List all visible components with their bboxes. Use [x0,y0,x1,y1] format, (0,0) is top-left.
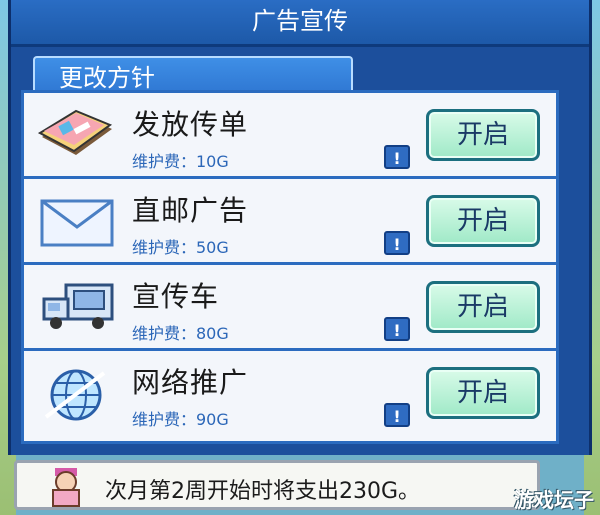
truck-icon [38,279,116,337]
list-item-flyer: 发放传单 维护费：10G ! 开启 [24,93,556,179]
open-button[interactable]: 开启 [426,281,540,333]
item-name: 宣传车 [132,280,220,313]
item-fee: 维护费：90G [132,410,229,429]
list-item-online-promo: 网络推广 维护费：90G ! 开启 [24,351,556,437]
open-button[interactable]: 开启 [426,195,540,247]
watermark-logo: 游戏坛子 [514,488,594,512]
ad-list: 发放传单 维护费：10G ! 开启 直邮广告 维护费：50G ! 开启 宣传车 … [21,90,559,444]
flyer-icon [37,107,116,165]
item-name: 发放传单 [132,108,249,141]
envelope-icon [38,193,116,251]
window-title: 广告宣传 [11,0,589,47]
info-button[interactable]: ! [384,317,410,341]
globe-icon [38,365,116,423]
info-button[interactable]: ! [384,403,410,427]
item-fee: 维护费：50G [132,238,229,257]
item-name: 网络推广 [132,366,249,399]
open-button[interactable]: 开启 [426,367,540,419]
advertising-window: 广告宣传 更改方针 发放传单 维护费：10G ! 开启 直邮广告 维护费：50G… [8,0,592,455]
info-button[interactable]: ! [384,231,410,255]
item-fee: 维护费：10G [132,152,229,171]
list-item-direct-mail: 直邮广告 维护费：50G ! 开启 [24,179,556,265]
info-button[interactable]: ! [384,145,410,169]
secretary-avatar-icon [43,466,89,508]
item-name: 直邮广告 [132,194,249,227]
open-button[interactable]: 开启 [426,109,540,161]
item-fee: 维护费：80G [132,324,229,343]
message-text: 次月第2周开始时将支出230G。 [105,479,421,504]
message-bar: 次月第2周开始时将支出230G。 [14,460,540,510]
list-item-promo-truck: 宣传车 维护费：80G ! 开启 [24,265,556,351]
